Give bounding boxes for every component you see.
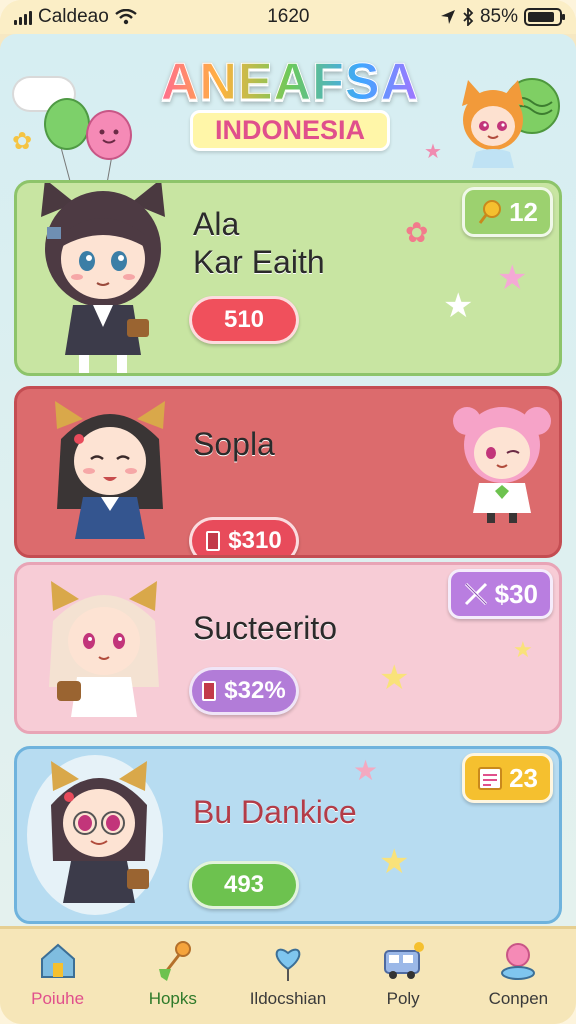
character-card[interactable]: Bu Dankice 493 23 ★ ★ xyxy=(14,746,562,924)
badge-value: $30 xyxy=(494,578,538,609)
fox-girl-avatar xyxy=(462,80,524,168)
star-icon: ★ xyxy=(424,141,442,163)
carrier-name: Caldeao xyxy=(38,6,109,27)
value-text: 510 xyxy=(223,306,265,333)
nav-item-conpen[interactable]: Conpen xyxy=(463,939,573,1009)
fox-girl-avatar xyxy=(51,761,149,903)
character-card[interactable]: Ala Kar Eaith 510 12 ✿ ★ ★ xyxy=(14,180,562,376)
orb-icon xyxy=(501,943,536,980)
badge-value: 23 xyxy=(509,762,538,793)
nav-label: Hopks xyxy=(148,989,197,1008)
card-icon xyxy=(206,531,221,551)
card-name: Bu Dankice xyxy=(193,794,357,830)
location-icon xyxy=(440,10,455,24)
count-badge[interactable]: 12 xyxy=(462,187,553,237)
star-icon: ★ xyxy=(513,637,533,662)
lollipop-icon xyxy=(478,200,502,224)
main-content[interactable]: ✿ ★ ANEAFSA INDONESIA Ala Kar Eaith 510 … xyxy=(0,34,576,926)
nav-label: Ildocshian xyxy=(249,989,327,1008)
app-logo-title: ANEAFSA xyxy=(150,52,430,112)
value-pill[interactable]: $32% xyxy=(189,667,299,715)
star-icon: ★ xyxy=(379,843,410,881)
count-badge[interactable]: 23 xyxy=(462,753,553,803)
bus-icon xyxy=(384,942,425,979)
cat-girl-avatar xyxy=(41,183,165,373)
nav-label: Poly xyxy=(386,989,420,1008)
value-text: 493 xyxy=(223,871,265,898)
nav-label: Conpen xyxy=(488,989,549,1008)
wand-icon xyxy=(158,941,191,981)
star-icon: ★ xyxy=(443,287,474,325)
signal-icon xyxy=(14,9,32,25)
app-header: ✿ ★ ANEAFSA INDONESIA xyxy=(0,34,576,192)
nav-item-home[interactable]: Poiuhe xyxy=(3,939,113,1009)
star-icon: ✿ xyxy=(405,217,429,248)
fox-girl-avatar xyxy=(55,401,165,539)
app-logo-subtitle: INDONESIA xyxy=(190,110,390,151)
status-time: 1620 xyxy=(267,6,310,27)
character-card[interactable]: Sopla $310 xyxy=(14,386,562,558)
card-name: Ala Kar Eaith xyxy=(193,206,325,281)
status-bar: Caldeao 1620 85% xyxy=(0,0,576,34)
value-text: 310 xyxy=(241,527,282,554)
value-pill[interactable]: 493 xyxy=(189,861,299,909)
star-icon: ★ xyxy=(497,259,528,297)
battery-percent: 85% xyxy=(479,6,518,27)
value-pill[interactable]: $310 xyxy=(189,517,299,555)
currency-symbol: $ xyxy=(228,527,242,554)
pink-balloon-icon xyxy=(86,110,132,160)
currency-symbol: $ xyxy=(224,677,238,704)
green-balloon-icon xyxy=(44,98,90,150)
card-icon xyxy=(202,681,217,701)
bottom-nav: Poiuhe Hopks Ildocshian Poly Conpen xyxy=(0,926,576,1024)
crossed-swords-icon xyxy=(464,582,487,606)
fox-girl-avatar xyxy=(49,581,159,717)
card-name: Sucteerito xyxy=(193,610,338,646)
battery-icon xyxy=(524,8,565,26)
app-frame: Caldeao 1620 85% ✿ ★ ANEAFSA INDONESIA A… xyxy=(0,0,576,1024)
calendar-icon xyxy=(478,767,503,790)
nav-item-hopks[interactable]: Hopks xyxy=(118,939,228,1009)
value-pill[interactable]: 510 xyxy=(189,296,299,344)
price-badge[interactable]: $30 xyxy=(447,569,553,619)
wifi-icon xyxy=(115,9,137,25)
nav-item-poly[interactable]: Poly xyxy=(348,939,458,1009)
nav-item-ildocshian[interactable]: Ildocshian xyxy=(233,939,343,1009)
star-icon: ★ xyxy=(379,659,410,697)
value-text: 32% xyxy=(237,677,286,704)
heart-balloon-icon xyxy=(275,948,301,981)
badge-value: 12 xyxy=(509,196,538,227)
pink-hair-girl-avatar xyxy=(453,407,551,523)
home-icon xyxy=(40,943,75,978)
star-icon: ★ xyxy=(353,755,379,786)
star-icon: ✿ xyxy=(12,128,33,155)
nav-label: Poiuhe xyxy=(31,989,85,1008)
card-name: Sopla xyxy=(193,426,275,462)
character-card[interactable]: Sucteerito $32% $30 ★ ★ xyxy=(14,562,562,734)
bluetooth-icon xyxy=(463,8,474,26)
